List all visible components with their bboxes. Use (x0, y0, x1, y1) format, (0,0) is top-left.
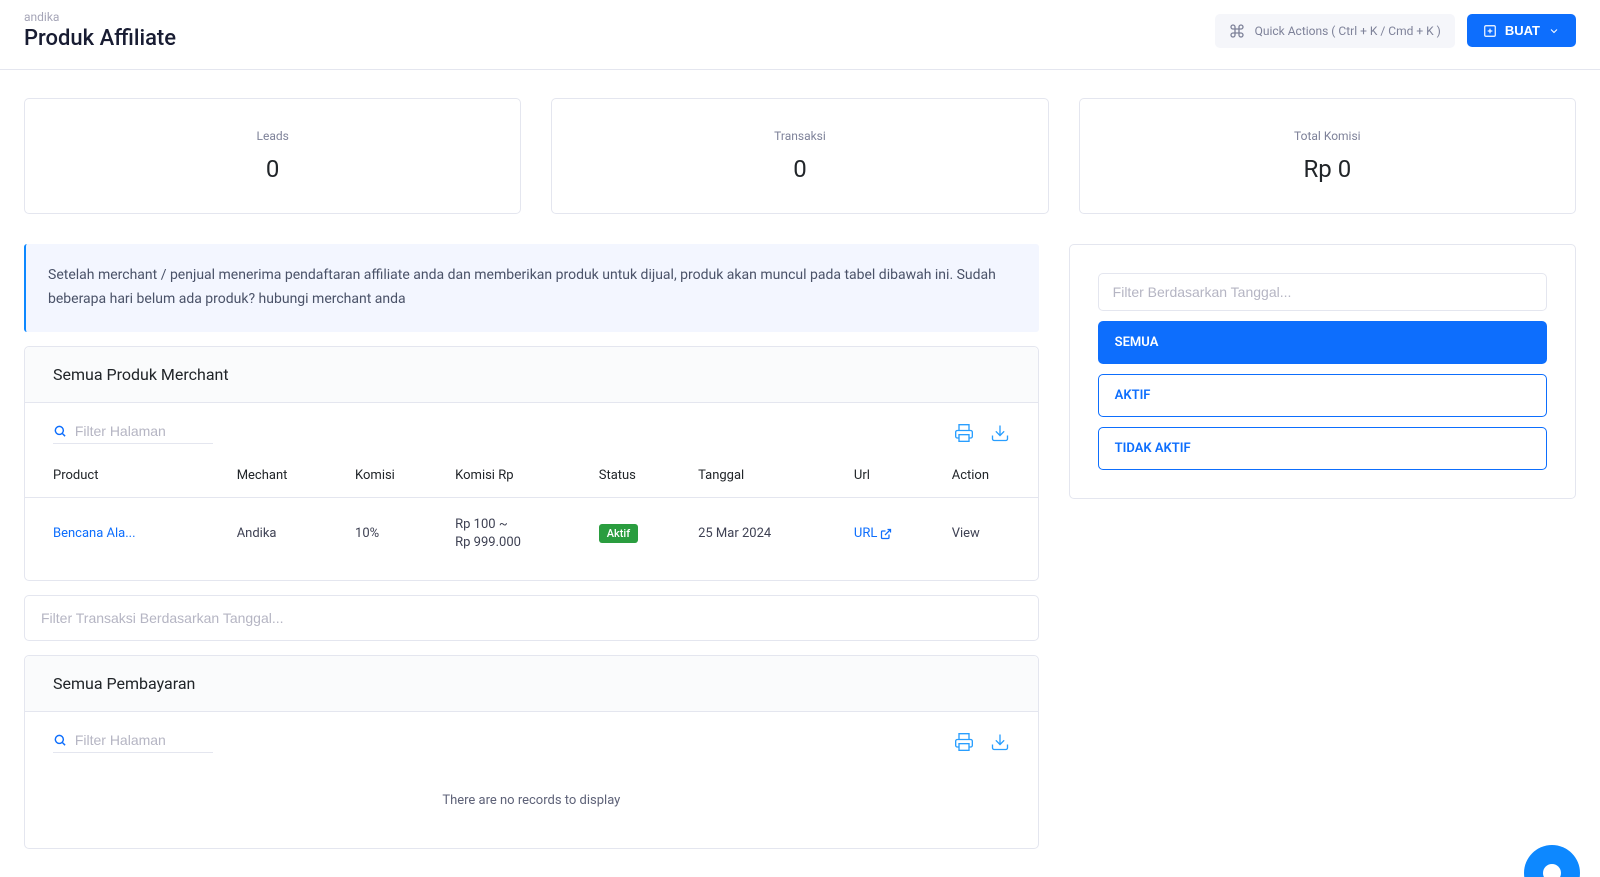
table-toolbar (25, 712, 1038, 763)
search-icon (53, 732, 67, 748)
search-group (53, 732, 213, 753)
left-column: Setelah merchant / penjual menerima pend… (24, 244, 1039, 849)
url-link[interactable]: URL (854, 526, 892, 541)
print-icon[interactable] (954, 732, 974, 752)
filter-aktif-button[interactable]: AKTIF (1098, 374, 1547, 417)
search-group (53, 423, 213, 444)
cell-url: URL (844, 497, 942, 570)
quick-actions-label: Quick Actions ( Ctrl + K / Cmd + K ) (1255, 24, 1441, 38)
stat-card-transaksi: Transaksi 0 (551, 98, 1048, 214)
date-filter-input[interactable] (1098, 273, 1547, 311)
page-title: Produk Affiliate (24, 26, 176, 51)
product-link[interactable]: Bencana Ala... (53, 526, 136, 541)
th-komisi[interactable]: Komisi (345, 454, 445, 498)
info-banner: Setelah merchant / penjual menerima pend… (24, 244, 1039, 332)
products-card: Semua Produk Merchant (24, 346, 1039, 581)
buat-button[interactable]: BUAT (1467, 14, 1576, 47)
card-body: There are no records to display (25, 712, 1038, 848)
products-table: Product Mechant Komisi Komisi Rp Status … (25, 454, 1038, 570)
table-header-row: Product Mechant Komisi Komisi Rp Status … (25, 454, 1038, 498)
stat-label: Total Komisi (1100, 129, 1555, 143)
cell-status: Aktif (589, 497, 688, 570)
url-text: URL (854, 526, 877, 541)
card-header: Semua Produk Merchant (25, 347, 1038, 403)
cell-komisi: 10% (345, 497, 445, 570)
th-product[interactable]: Product (25, 454, 227, 498)
th-status[interactable]: Status (589, 454, 688, 498)
buat-label: BUAT (1505, 23, 1540, 38)
print-icon[interactable] (954, 423, 974, 443)
stat-card-leads: Leads 0 (24, 98, 521, 214)
stat-label: Leads (45, 129, 500, 143)
main-content: Leads 0 Transaksi 0 Total Komisi Rp 0 Se… (0, 70, 1600, 877)
card-body: Product Mechant Komisi Komisi Rp Status … (25, 403, 1038, 580)
download-icon[interactable] (990, 423, 1010, 443)
toolbar-icons (954, 732, 1010, 752)
payments-search-input[interactable] (75, 732, 213, 748)
stat-value: Rp 0 (1100, 155, 1555, 183)
filter-tidak-aktif-button[interactable]: TIDAK AKTIF (1098, 427, 1547, 470)
cell-tanggal: 25 Mar 2024 (688, 497, 844, 570)
plus-square-icon (1483, 24, 1497, 38)
komisi-rp-line1: Rp 100 ~ (455, 516, 579, 534)
komisi-rp-line2: Rp 999.000 (455, 534, 579, 552)
stat-card-total-komisi: Total Komisi Rp 0 (1079, 98, 1576, 214)
table-toolbar (25, 403, 1038, 454)
stat-label: Transaksi (572, 129, 1027, 143)
card-title: Semua Produk Merchant (53, 365, 1010, 384)
filter-panel: SEMUA AKTIF TIDAK AKTIF (1069, 244, 1576, 499)
th-komisi-rp[interactable]: Komisi Rp (445, 454, 589, 498)
stat-value: 0 (572, 155, 1027, 183)
th-merchant[interactable]: Mechant (227, 454, 345, 498)
status-badge: Aktif (599, 524, 638, 543)
download-icon[interactable] (990, 732, 1010, 752)
cell-komisi-rp: Rp 100 ~ Rp 999.000 (445, 497, 589, 570)
quick-actions-button[interactable]: Quick Actions ( Ctrl + K / Cmd + K ) (1215, 14, 1455, 48)
chevron-down-icon (1548, 25, 1560, 37)
command-icon (1229, 23, 1245, 39)
th-url[interactable]: Url (844, 454, 942, 498)
toolbar-icons (954, 423, 1010, 443)
cell-action: View (942, 497, 1038, 570)
right-column: SEMUA AKTIF TIDAK AKTIF (1069, 244, 1576, 849)
search-icon (53, 423, 67, 439)
card-title: Semua Pembayaran (53, 674, 1010, 693)
no-records-message: There are no records to display (25, 763, 1038, 838)
breadcrumb: andika (24, 10, 176, 24)
stat-value: 0 (45, 155, 500, 183)
card-header: Semua Pembayaran (25, 656, 1038, 712)
filter-semua-button[interactable]: SEMUA (1098, 321, 1547, 364)
external-link-icon (880, 528, 892, 540)
th-tanggal[interactable]: Tanggal (688, 454, 844, 498)
header-left: andika Produk Affiliate (24, 10, 176, 51)
th-action[interactable]: Action (942, 454, 1038, 498)
header-right: Quick Actions ( Ctrl + K / Cmd + K ) BUA… (1215, 14, 1576, 48)
table-row: Bencana Ala... Andika 10% Rp 100 ~ Rp 99… (25, 497, 1038, 570)
transaction-date-filter-input[interactable] (24, 595, 1039, 641)
page-header: andika Produk Affiliate Quick Actions ( … (0, 0, 1600, 70)
view-link[interactable]: View (952, 526, 980, 541)
products-search-input[interactable] (75, 423, 213, 439)
stats-row: Leads 0 Transaksi 0 Total Komisi Rp 0 (24, 98, 1576, 214)
payments-card: Semua Pembayaran (24, 655, 1039, 849)
cell-merchant: Andika (227, 497, 345, 570)
